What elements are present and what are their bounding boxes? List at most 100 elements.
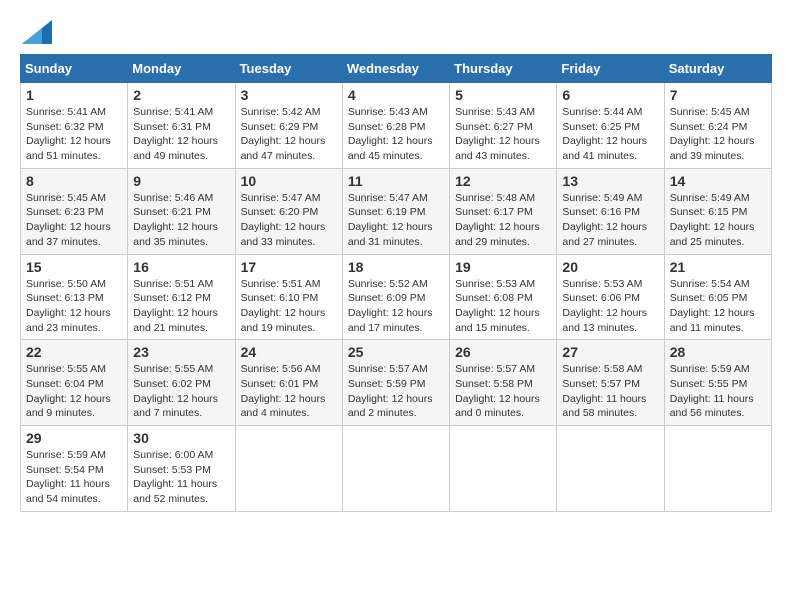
header-thursday: Thursday	[450, 55, 557, 83]
day-number: 12	[455, 173, 551, 189]
day-number: 14	[670, 173, 766, 189]
day-number: 2	[133, 87, 229, 103]
calendar-cell	[450, 426, 557, 512]
header-saturday: Saturday	[664, 55, 771, 83]
calendar-cell: 13 Sunrise: 5:49 AMSunset: 6:16 PMDaylig…	[557, 168, 664, 254]
day-number: 13	[562, 173, 658, 189]
calendar-cell: 18 Sunrise: 5:52 AMSunset: 6:09 PMDaylig…	[342, 254, 449, 340]
week-row-3: 15 Sunrise: 5:50 AMSunset: 6:13 PMDaylig…	[21, 254, 772, 340]
day-number: 3	[241, 87, 337, 103]
day-number: 30	[133, 430, 229, 446]
day-info: Sunrise: 5:45 AMSunset: 6:23 PMDaylight:…	[26, 192, 111, 248]
calendar-cell: 2 Sunrise: 5:41 AMSunset: 6:31 PMDayligh…	[128, 83, 235, 169]
day-info: Sunrise: 5:53 AMSunset: 6:06 PMDaylight:…	[562, 278, 647, 334]
day-number: 9	[133, 173, 229, 189]
header	[20, 20, 772, 44]
header-wednesday: Wednesday	[342, 55, 449, 83]
day-number: 29	[26, 430, 122, 446]
day-info: Sunrise: 5:57 AMSunset: 5:59 PMDaylight:…	[348, 363, 433, 419]
calendar-cell: 20 Sunrise: 5:53 AMSunset: 6:06 PMDaylig…	[557, 254, 664, 340]
calendar-cell: 25 Sunrise: 5:57 AMSunset: 5:59 PMDaylig…	[342, 340, 449, 426]
day-number: 26	[455, 344, 551, 360]
calendar-cell: 5 Sunrise: 5:43 AMSunset: 6:27 PMDayligh…	[450, 83, 557, 169]
day-info: Sunrise: 5:52 AMSunset: 6:09 PMDaylight:…	[348, 278, 433, 334]
calendar-header-row: SundayMondayTuesdayWednesdayThursdayFrid…	[21, 55, 772, 83]
day-info: Sunrise: 5:53 AMSunset: 6:08 PMDaylight:…	[455, 278, 540, 334]
week-row-1: 1 Sunrise: 5:41 AMSunset: 6:32 PMDayligh…	[21, 83, 772, 169]
day-info: Sunrise: 5:48 AMSunset: 6:17 PMDaylight:…	[455, 192, 540, 248]
calendar-cell: 14 Sunrise: 5:49 AMSunset: 6:15 PMDaylig…	[664, 168, 771, 254]
day-number: 4	[348, 87, 444, 103]
day-number: 15	[26, 259, 122, 275]
day-info: Sunrise: 5:44 AMSunset: 6:25 PMDaylight:…	[562, 106, 647, 162]
week-row-5: 29 Sunrise: 5:59 AMSunset: 5:54 PMDaylig…	[21, 426, 772, 512]
calendar-cell	[557, 426, 664, 512]
day-number: 22	[26, 344, 122, 360]
day-number: 1	[26, 87, 122, 103]
day-number: 11	[348, 173, 444, 189]
day-number: 25	[348, 344, 444, 360]
week-row-4: 22 Sunrise: 5:55 AMSunset: 6:04 PMDaylig…	[21, 340, 772, 426]
day-info: Sunrise: 5:59 AMSunset: 5:54 PMDaylight:…	[26, 449, 110, 505]
day-info: Sunrise: 6:00 AMSunset: 5:53 PMDaylight:…	[133, 449, 217, 505]
day-info: Sunrise: 5:41 AMSunset: 6:31 PMDaylight:…	[133, 106, 218, 162]
day-info: Sunrise: 5:42 AMSunset: 6:29 PMDaylight:…	[241, 106, 326, 162]
day-info: Sunrise: 5:47 AMSunset: 6:19 PMDaylight:…	[348, 192, 433, 248]
calendar-cell: 4 Sunrise: 5:43 AMSunset: 6:28 PMDayligh…	[342, 83, 449, 169]
calendar-cell: 29 Sunrise: 5:59 AMSunset: 5:54 PMDaylig…	[21, 426, 128, 512]
header-monday: Monday	[128, 55, 235, 83]
logo	[20, 20, 52, 44]
calendar-cell: 8 Sunrise: 5:45 AMSunset: 6:23 PMDayligh…	[21, 168, 128, 254]
day-number: 8	[26, 173, 122, 189]
calendar-cell	[664, 426, 771, 512]
day-info: Sunrise: 5:56 AMSunset: 6:01 PMDaylight:…	[241, 363, 326, 419]
day-number: 21	[670, 259, 766, 275]
header-friday: Friday	[557, 55, 664, 83]
day-info: Sunrise: 5:46 AMSunset: 6:21 PMDaylight:…	[133, 192, 218, 248]
day-info: Sunrise: 5:49 AMSunset: 6:16 PMDaylight:…	[562, 192, 647, 248]
day-info: Sunrise: 5:58 AMSunset: 5:57 PMDaylight:…	[562, 363, 646, 419]
calendar-cell: 23 Sunrise: 5:55 AMSunset: 6:02 PMDaylig…	[128, 340, 235, 426]
day-number: 27	[562, 344, 658, 360]
day-info: Sunrise: 5:49 AMSunset: 6:15 PMDaylight:…	[670, 192, 755, 248]
day-number: 18	[348, 259, 444, 275]
calendar-cell: 7 Sunrise: 5:45 AMSunset: 6:24 PMDayligh…	[664, 83, 771, 169]
day-info: Sunrise: 5:41 AMSunset: 6:32 PMDaylight:…	[26, 106, 111, 162]
day-info: Sunrise: 5:43 AMSunset: 6:27 PMDaylight:…	[455, 106, 540, 162]
day-info: Sunrise: 5:54 AMSunset: 6:05 PMDaylight:…	[670, 278, 755, 334]
day-info: Sunrise: 5:43 AMSunset: 6:28 PMDaylight:…	[348, 106, 433, 162]
logo-icon	[22, 20, 52, 44]
calendar-cell: 26 Sunrise: 5:57 AMSunset: 5:58 PMDaylig…	[450, 340, 557, 426]
day-number: 7	[670, 87, 766, 103]
calendar-cell: 21 Sunrise: 5:54 AMSunset: 6:05 PMDaylig…	[664, 254, 771, 340]
calendar-cell: 3 Sunrise: 5:42 AMSunset: 6:29 PMDayligh…	[235, 83, 342, 169]
day-info: Sunrise: 5:51 AMSunset: 6:10 PMDaylight:…	[241, 278, 326, 334]
calendar-cell: 16 Sunrise: 5:51 AMSunset: 6:12 PMDaylig…	[128, 254, 235, 340]
day-number: 5	[455, 87, 551, 103]
calendar-cell: 17 Sunrise: 5:51 AMSunset: 6:10 PMDaylig…	[235, 254, 342, 340]
calendar-cell: 22 Sunrise: 5:55 AMSunset: 6:04 PMDaylig…	[21, 340, 128, 426]
week-row-2: 8 Sunrise: 5:45 AMSunset: 6:23 PMDayligh…	[21, 168, 772, 254]
calendar-cell: 28 Sunrise: 5:59 AMSunset: 5:55 PMDaylig…	[664, 340, 771, 426]
calendar-cell: 24 Sunrise: 5:56 AMSunset: 6:01 PMDaylig…	[235, 340, 342, 426]
day-number: 24	[241, 344, 337, 360]
day-number: 10	[241, 173, 337, 189]
day-number: 23	[133, 344, 229, 360]
calendar-cell: 1 Sunrise: 5:41 AMSunset: 6:32 PMDayligh…	[21, 83, 128, 169]
day-number: 19	[455, 259, 551, 275]
calendar-cell: 19 Sunrise: 5:53 AMSunset: 6:08 PMDaylig…	[450, 254, 557, 340]
day-number: 28	[670, 344, 766, 360]
header-tuesday: Tuesday	[235, 55, 342, 83]
calendar-cell: 11 Sunrise: 5:47 AMSunset: 6:19 PMDaylig…	[342, 168, 449, 254]
calendar-cell: 15 Sunrise: 5:50 AMSunset: 6:13 PMDaylig…	[21, 254, 128, 340]
calendar-cell	[235, 426, 342, 512]
day-info: Sunrise: 5:50 AMSunset: 6:13 PMDaylight:…	[26, 278, 111, 334]
calendar-cell: 10 Sunrise: 5:47 AMSunset: 6:20 PMDaylig…	[235, 168, 342, 254]
day-number: 20	[562, 259, 658, 275]
calendar-cell: 30 Sunrise: 6:00 AMSunset: 5:53 PMDaylig…	[128, 426, 235, 512]
day-info: Sunrise: 5:45 AMSunset: 6:24 PMDaylight:…	[670, 106, 755, 162]
calendar-cell: 9 Sunrise: 5:46 AMSunset: 6:21 PMDayligh…	[128, 168, 235, 254]
day-info: Sunrise: 5:57 AMSunset: 5:58 PMDaylight:…	[455, 363, 540, 419]
calendar-cell: 27 Sunrise: 5:58 AMSunset: 5:57 PMDaylig…	[557, 340, 664, 426]
calendar-table: SundayMondayTuesdayWednesdayThursdayFrid…	[20, 54, 772, 512]
